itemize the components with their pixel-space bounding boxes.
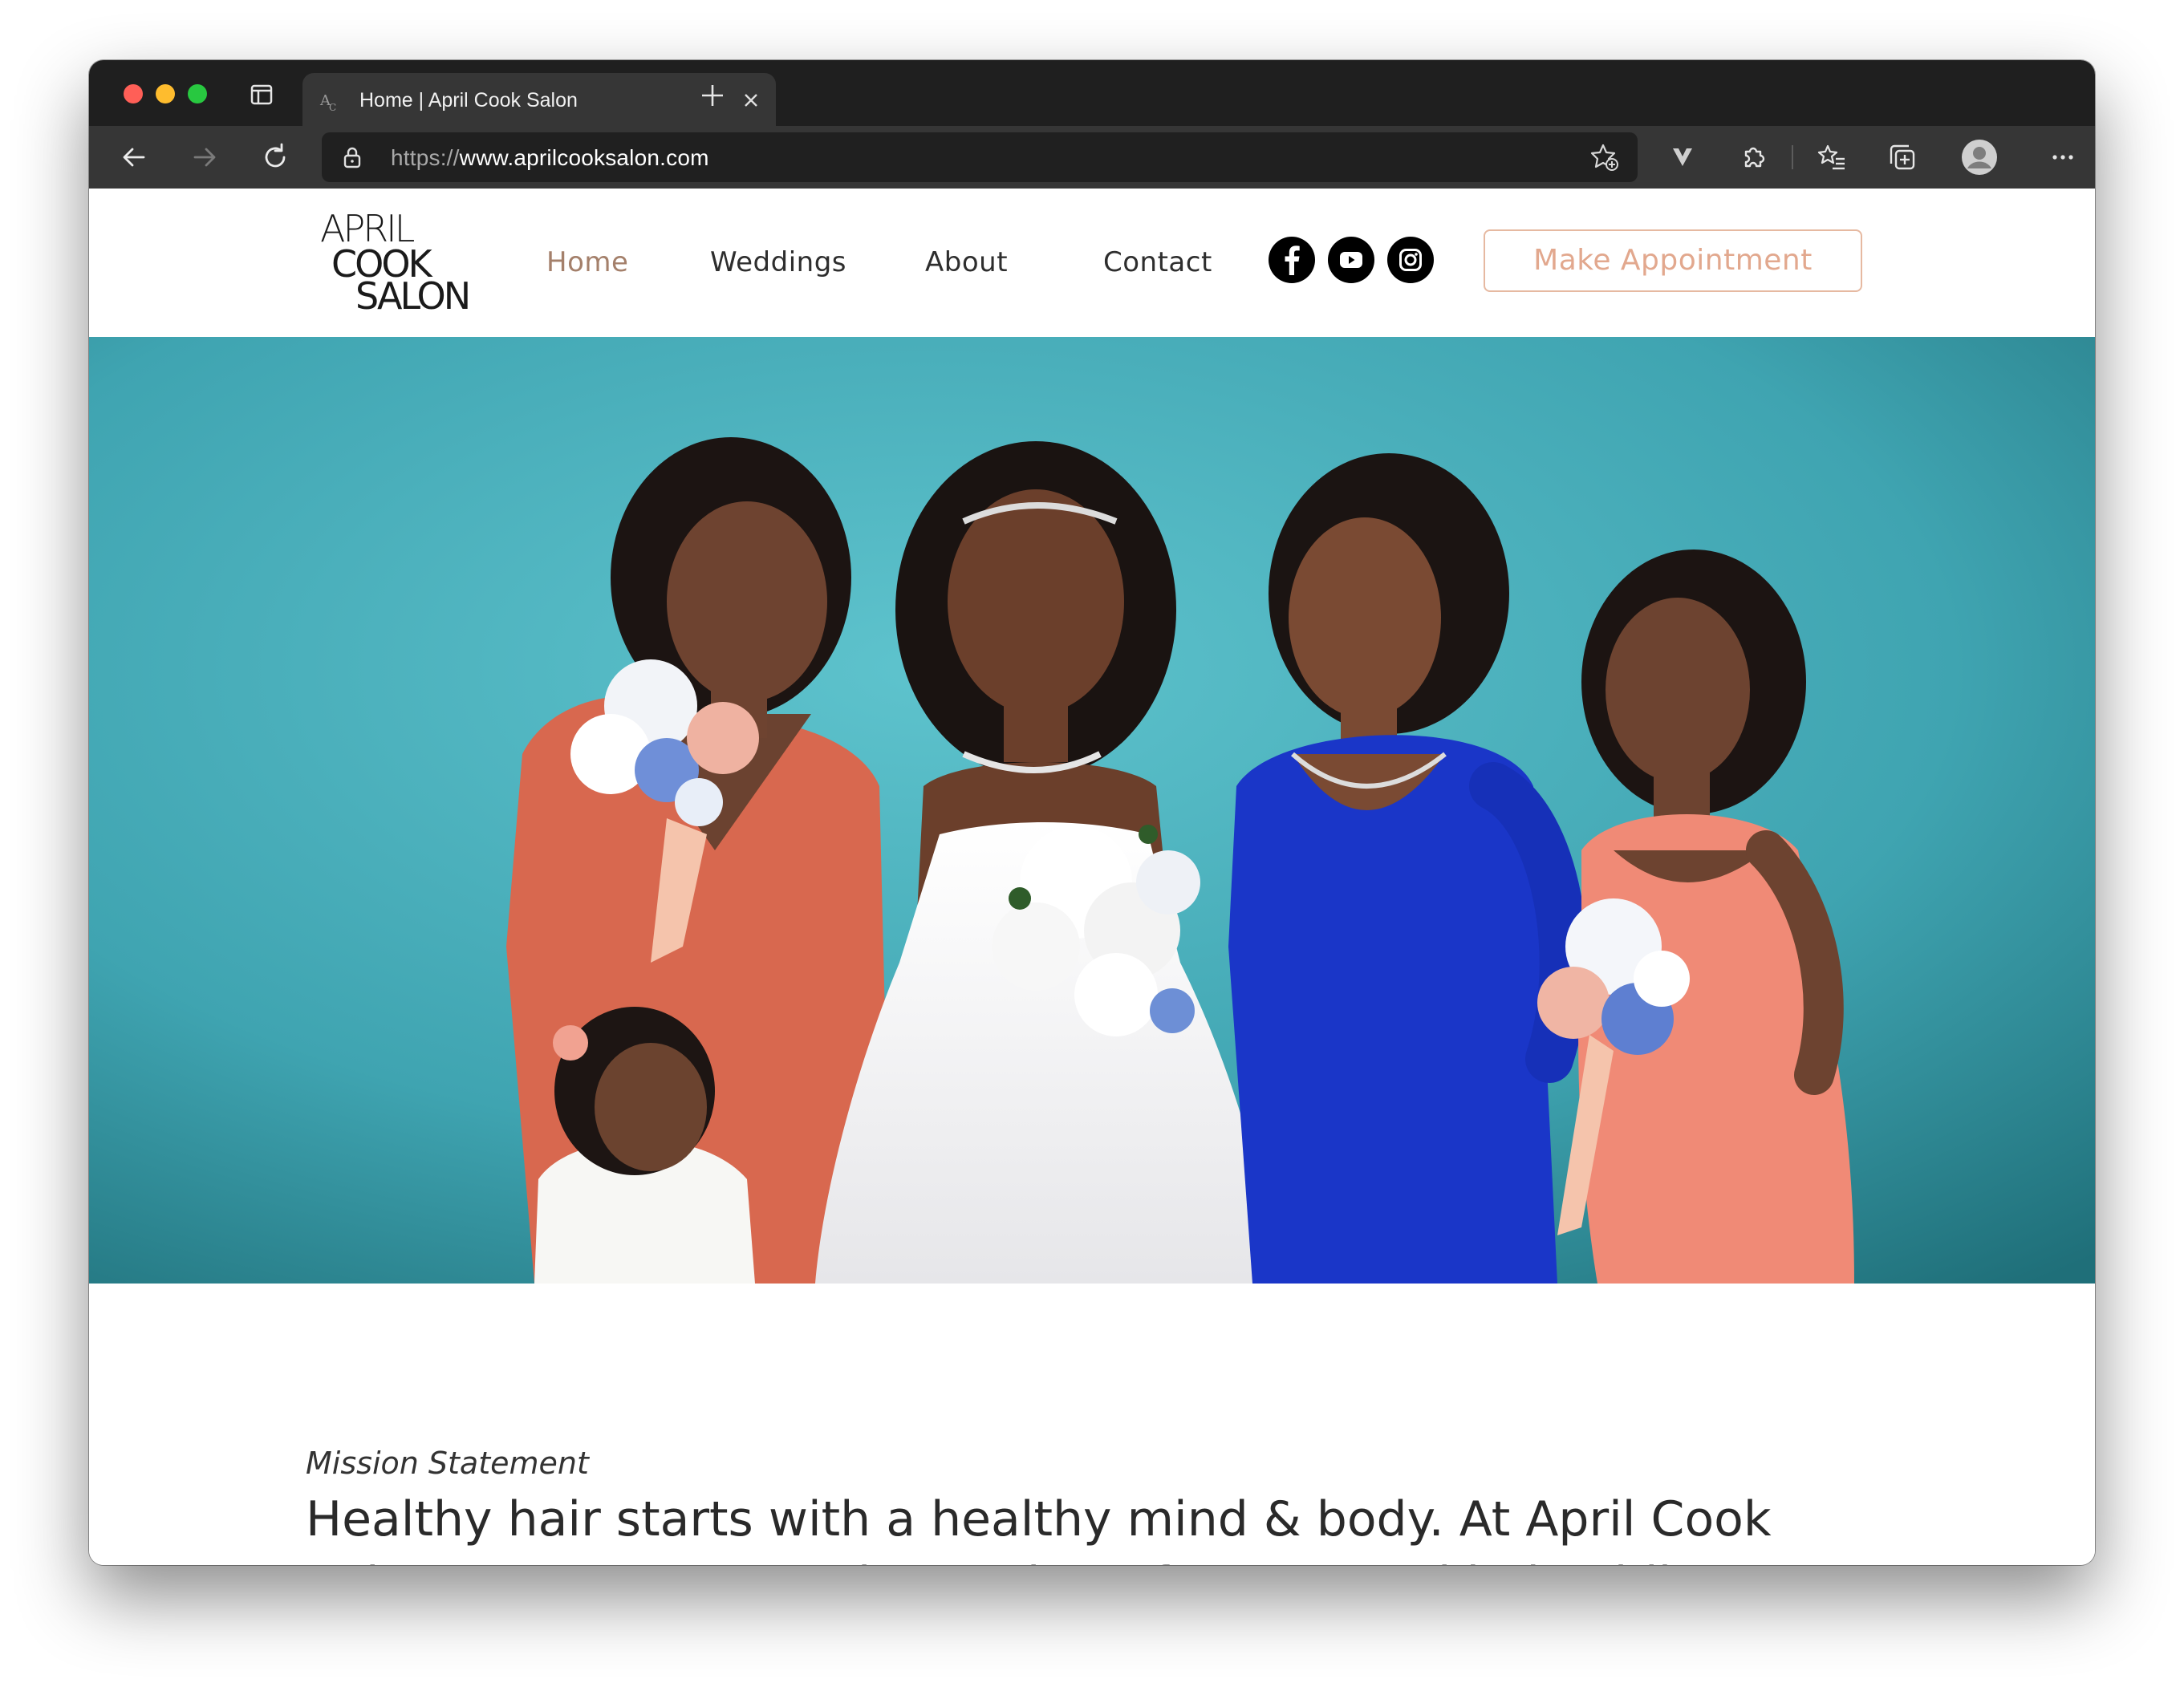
- facebook-icon[interactable]: [1269, 237, 1315, 283]
- tab-bar: A C Home | April Cook Salon: [89, 60, 2095, 126]
- browser-toolbar: https://www.aprilcooksalon.com: [89, 126, 2095, 189]
- site-favicon-icon: A C: [319, 89, 343, 113]
- address-bar[interactable]: https://www.aprilcooksalon.com: [322, 132, 1638, 182]
- back-arrow-icon[interactable]: [118, 141, 150, 173]
- svg-text:C: C: [329, 102, 336, 113]
- make-appointment-button[interactable]: Make Appointment: [1484, 229, 1862, 292]
- extensions-puzzle-icon[interactable]: [1737, 141, 1769, 173]
- site-header: APRIL COOK SALON Home Weddings About Con…: [89, 189, 2095, 337]
- nav-weddings[interactable]: Weddings: [710, 246, 846, 278]
- close-tab-icon[interactable]: [741, 90, 761, 111]
- reload-icon[interactable]: [259, 141, 291, 173]
- salon-logo[interactable]: APRIL COOK SALON: [320, 207, 505, 318]
- toolbar-divider: [1792, 145, 1793, 169]
- nav-about[interactable]: About: [925, 246, 1008, 278]
- lock-icon[interactable]: [339, 144, 365, 170]
- logo-line-3: SALON: [355, 274, 469, 312]
- more-menu-icon[interactable]: [2047, 141, 2079, 173]
- tab-actions-icon[interactable]: [250, 83, 274, 107]
- url-scheme: https://: [391, 145, 460, 170]
- forward-arrow-icon[interactable]: [189, 141, 221, 173]
- collections-icon[interactable]: [1886, 141, 1918, 173]
- browser-window: A C Home | April Cook Salon https://www.…: [89, 60, 2095, 1565]
- mission-statement-text: Healthy hair starts with a healthy mind …: [306, 1491, 1772, 1565]
- url-text[interactable]: https://www.aprilcooksalon.com: [391, 145, 709, 171]
- web-page: APRIL COOK SALON Home Weddings About Con…: [89, 189, 2095, 1565]
- extension-v-icon[interactable]: [1666, 141, 1699, 173]
- minimize-window-button[interactable]: [156, 84, 175, 103]
- hero-bridal-party-photo: [89, 337, 2095, 1284]
- url-host: www.aprilcooksalon.com: [459, 145, 709, 170]
- instagram-icon[interactable]: [1387, 237, 1434, 283]
- new-tab-icon[interactable]: [699, 82, 726, 109]
- mission-statement-label: Mission Statement: [306, 1446, 589, 1481]
- profile-avatar-icon[interactable]: [1960, 138, 1999, 176]
- favorites-list-icon[interactable]: [1816, 141, 1848, 173]
- nav-home[interactable]: Home: [546, 246, 628, 278]
- youtube-icon[interactable]: [1328, 237, 1374, 283]
- maximize-window-button[interactable]: [188, 84, 207, 103]
- add-favorite-star-icon[interactable]: [1589, 142, 1620, 172]
- tab-title: Home | April Cook Salon: [359, 89, 578, 112]
- nav-contact[interactable]: Contact: [1103, 246, 1212, 278]
- close-window-button[interactable]: [124, 84, 143, 103]
